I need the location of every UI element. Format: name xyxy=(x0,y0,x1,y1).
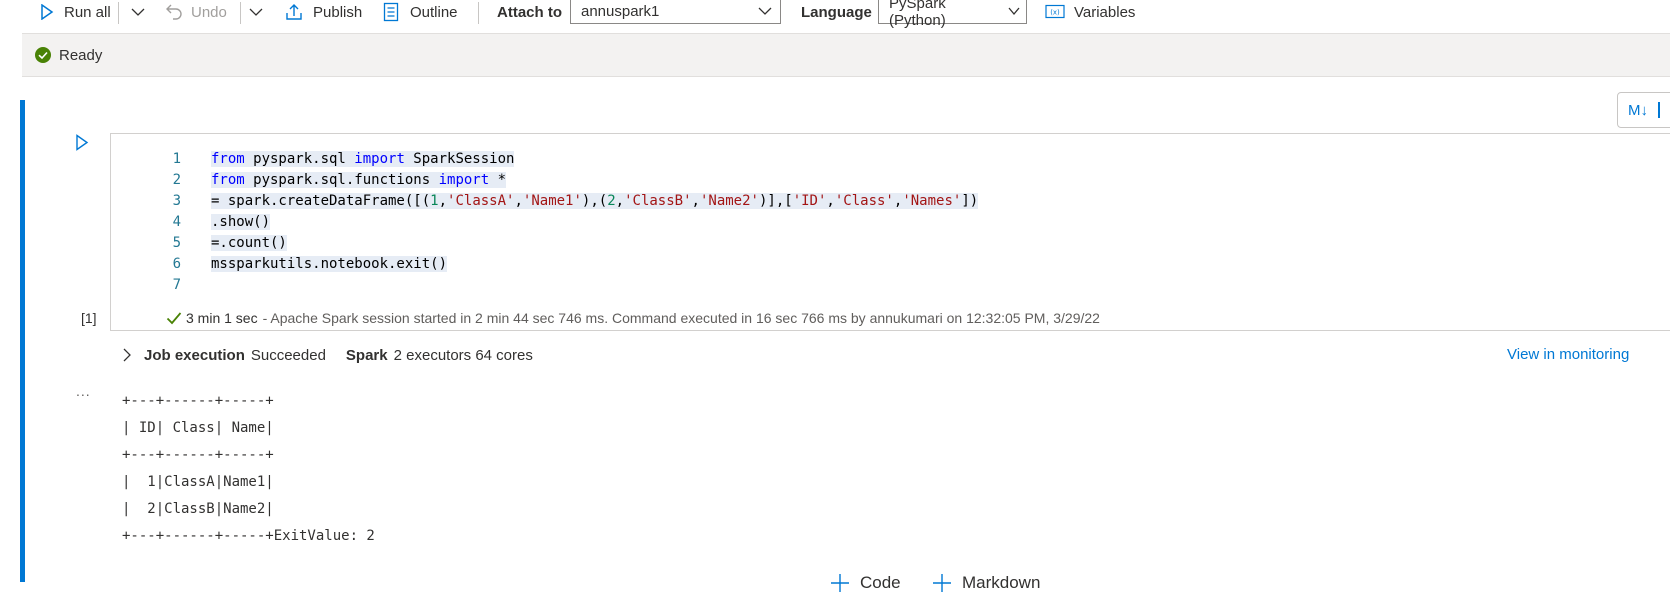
check-circle-icon xyxy=(35,47,51,63)
outline-button[interactable]: Outline xyxy=(383,0,458,24)
output-more-button[interactable]: ... xyxy=(76,383,91,399)
job-execution-row: Job execution Succeeded Spark 2 executor… xyxy=(122,344,1670,366)
chevron-down-icon xyxy=(758,3,772,20)
checkmark-icon xyxy=(166,311,182,325)
toolbar-divider xyxy=(118,2,119,24)
add-code-cell-button[interactable]: Code xyxy=(830,570,901,596)
variables-label: Variables xyxy=(1074,3,1136,21)
output-line: | 1|ClassA|Name1| xyxy=(122,474,274,490)
output-line: | 2|ClassB|Name2| xyxy=(122,501,274,517)
notebook-toolbar: Run all Undo Publish Outline Attach to a… xyxy=(0,0,1670,29)
variables-icon: (x) xyxy=(1045,4,1065,20)
code-line-4: .show() xyxy=(211,214,271,230)
run-all-button[interactable]: Run all xyxy=(40,0,111,24)
chevron-right-icon[interactable] xyxy=(122,348,132,362)
code-line: 1 from pyspark.sql import SparkSession xyxy=(111,149,1670,170)
job-execution-label: Job execution xyxy=(144,346,245,364)
code-line: 5 =.count() xyxy=(111,233,1670,254)
line-number: 6 xyxy=(172,256,181,272)
code-text: from pyspark.sql import SparkSession xyxy=(211,149,515,170)
outline-label: Outline xyxy=(410,3,458,21)
play-icon xyxy=(40,4,54,20)
language-value: PySpark (Python) xyxy=(889,0,946,29)
execution-count: [1] xyxy=(81,310,97,326)
attach-to-value: annuspark1 xyxy=(581,3,660,20)
attach-to-label: Attach to xyxy=(497,3,562,21)
code-line: 3 = spark.createDataFrame([(1,'ClassA','… xyxy=(111,191,1670,212)
svg-text:(x): (x) xyxy=(1050,9,1060,17)
output-line: +---+------+-----+ExitValue: 2 xyxy=(122,528,375,544)
plus-icon xyxy=(830,573,850,593)
output-line: +---+------+-----+ xyxy=(122,447,274,463)
publish-button[interactable]: Publish xyxy=(284,0,362,24)
code-text: = spark.createDataFrame([(1,'ClassA','Na… xyxy=(211,191,979,212)
run-all-label: Run all xyxy=(64,3,111,21)
chevron-down-icon xyxy=(249,7,263,17)
run-options-dropdown[interactable] xyxy=(131,0,145,24)
line-number: 3 xyxy=(172,193,181,209)
line-number: 4 xyxy=(172,214,181,230)
code-line: 4 .show() xyxy=(111,212,1670,233)
code-line-1: from pyspark.sql import SparkSession xyxy=(211,151,515,167)
language-select[interactable]: PySpark (Python) xyxy=(878,0,1027,29)
session-status-bar: Ready xyxy=(22,33,1670,77)
code-line-6: mssparkutils.notebook.exit() xyxy=(211,256,448,272)
run-cell-button[interactable] xyxy=(75,134,89,156)
code-text: mssparkutils.notebook.exit() xyxy=(211,254,448,275)
code-line: 6 mssparkutils.notebook.exit() xyxy=(111,254,1670,275)
line-number: 7 xyxy=(172,277,181,293)
output-line: +---+------+-----+ xyxy=(122,393,274,409)
add-markdown-label: Markdown xyxy=(962,573,1041,592)
code-text: .show() xyxy=(211,212,271,233)
cell-output: +---+------+-----+ | ID| Class| Name| +-… xyxy=(122,388,375,550)
execution-detail: - Apache Spark session started in 2 min … xyxy=(262,310,1100,326)
toolbar-divider xyxy=(1658,102,1660,118)
code-text: from pyspark.sql.functions import * xyxy=(211,170,507,191)
spark-label: Spark xyxy=(345,346,388,364)
plus-icon xyxy=(932,573,952,593)
session-status-text: Ready xyxy=(59,46,103,64)
attach-to-select[interactable]: annuspark1 xyxy=(570,0,781,24)
spark-info: 2 executors 64 cores xyxy=(393,346,533,364)
toolbar-divider xyxy=(240,2,241,24)
play-icon xyxy=(75,134,89,155)
code-line: 7 xyxy=(111,275,1670,296)
add-code-label: Code xyxy=(860,573,901,592)
line-number: 1 xyxy=(172,151,181,167)
language-label: Language xyxy=(801,3,872,21)
markdown-toggle-button[interactable]: M↓ xyxy=(1617,92,1670,128)
add-markdown-cell-button[interactable]: Markdown xyxy=(932,570,1040,596)
publish-label: Publish xyxy=(313,3,363,21)
code-line-5: =.count() xyxy=(211,235,287,251)
execution-summary: 3 min 1 sec - Apache Spark session start… xyxy=(166,310,1100,326)
line-number: 5 xyxy=(172,235,181,251)
code-line-3: = spark.createDataFrame([(1,'ClassA','Na… xyxy=(211,193,979,209)
undo-icon xyxy=(165,3,183,21)
code-line-2: from pyspark.sql.functions import * xyxy=(211,172,507,188)
code-text: =.count() xyxy=(211,233,287,254)
variables-button[interactable]: (x) Variables xyxy=(1045,0,1135,24)
view-in-monitoring-link[interactable]: View in monitoring xyxy=(1507,346,1629,363)
output-line: | ID| Class| Name| xyxy=(122,420,274,436)
code-editor[interactable]: 1 from pyspark.sql import SparkSession 2… xyxy=(110,133,1670,331)
active-cell-indicator xyxy=(20,100,25,582)
execution-duration: 3 min 1 sec xyxy=(186,310,258,326)
undo-label: Undo xyxy=(191,3,227,21)
chevron-down-icon xyxy=(1008,3,1020,20)
chevron-down-icon xyxy=(131,7,145,17)
code-line: 2 from pyspark.sql.functions import * xyxy=(111,170,1670,191)
toolbar-divider xyxy=(478,2,479,24)
undo-button[interactable]: Undo xyxy=(165,0,227,24)
outline-icon xyxy=(383,2,399,22)
line-number: 2 xyxy=(172,172,181,188)
job-execution-status: Succeeded xyxy=(250,346,326,364)
markdown-toggle-label: M↓ xyxy=(1628,101,1648,119)
undo-options-dropdown[interactable] xyxy=(249,0,263,24)
publish-icon xyxy=(284,2,304,22)
